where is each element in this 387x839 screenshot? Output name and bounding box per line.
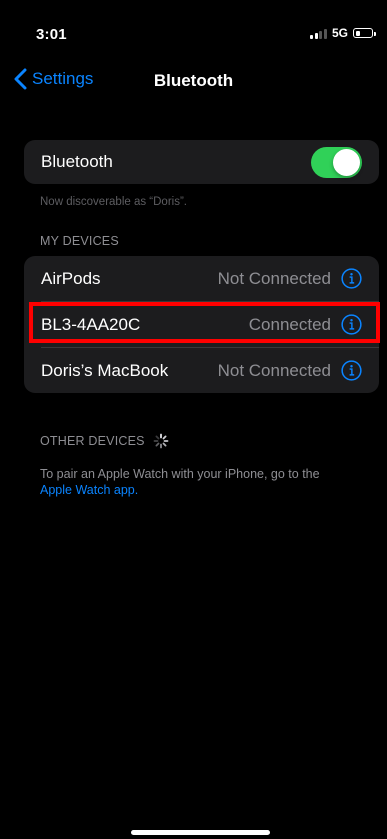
status-bar: 3:01 5G xyxy=(0,0,387,58)
battery-fill xyxy=(355,30,361,36)
info-icon[interactable] xyxy=(341,268,362,289)
apple-watch-pair-text: To pair an Apple Watch with your iPhone,… xyxy=(40,466,370,498)
status-time: 3:01 xyxy=(36,26,67,43)
other-devices-header: OTHER DEVICES xyxy=(40,433,169,449)
device-status: Not Connected xyxy=(217,268,331,288)
loading-spinner-icon xyxy=(153,433,169,449)
my-devices-header: MY DEVICES xyxy=(40,234,119,248)
device-row-macbook[interactable]: Doris’s MacBook Not Connected xyxy=(24,348,379,393)
bluetooth-toggle-row: Bluetooth xyxy=(24,140,379,184)
device-name: BL3-4AA20C xyxy=(41,314,141,334)
device-name: AirPods xyxy=(41,268,101,288)
info-icon[interactable] xyxy=(341,314,362,335)
toggle-knob xyxy=(333,148,360,176)
other-devices-label: OTHER DEVICES xyxy=(40,434,145,448)
discoverable-text: Now discoverable as “Doris”. xyxy=(40,196,187,208)
my-devices-list: AirPods Not Connected BL3-4AA20C Connect… xyxy=(24,256,379,393)
home-indicator[interactable] xyxy=(131,830,270,835)
apple-watch-app-link[interactable]: Apple Watch app. xyxy=(40,483,138,497)
battery-icon xyxy=(353,28,376,38)
page-title: Bluetooth xyxy=(153,71,234,90)
info-icon[interactable] xyxy=(341,360,362,381)
device-name: Doris’s MacBook xyxy=(41,360,169,380)
pair-instructions: To pair an Apple Watch with your iPhone,… xyxy=(40,467,320,481)
signal-icon xyxy=(310,28,327,39)
device-row-airpods[interactable]: AirPods Not Connected xyxy=(24,256,379,301)
device-status: Connected xyxy=(248,314,331,334)
bluetooth-toggle-group: Bluetooth xyxy=(24,140,379,184)
device-status: Not Connected xyxy=(217,360,331,380)
bluetooth-toggle[interactable] xyxy=(311,146,362,178)
status-indicators: 5G xyxy=(310,26,376,40)
device-row-bl3[interactable]: BL3-4AA20C Connected xyxy=(24,302,379,347)
network-type: 5G xyxy=(331,26,348,40)
bluetooth-toggle-label: Bluetooth xyxy=(41,152,113,171)
